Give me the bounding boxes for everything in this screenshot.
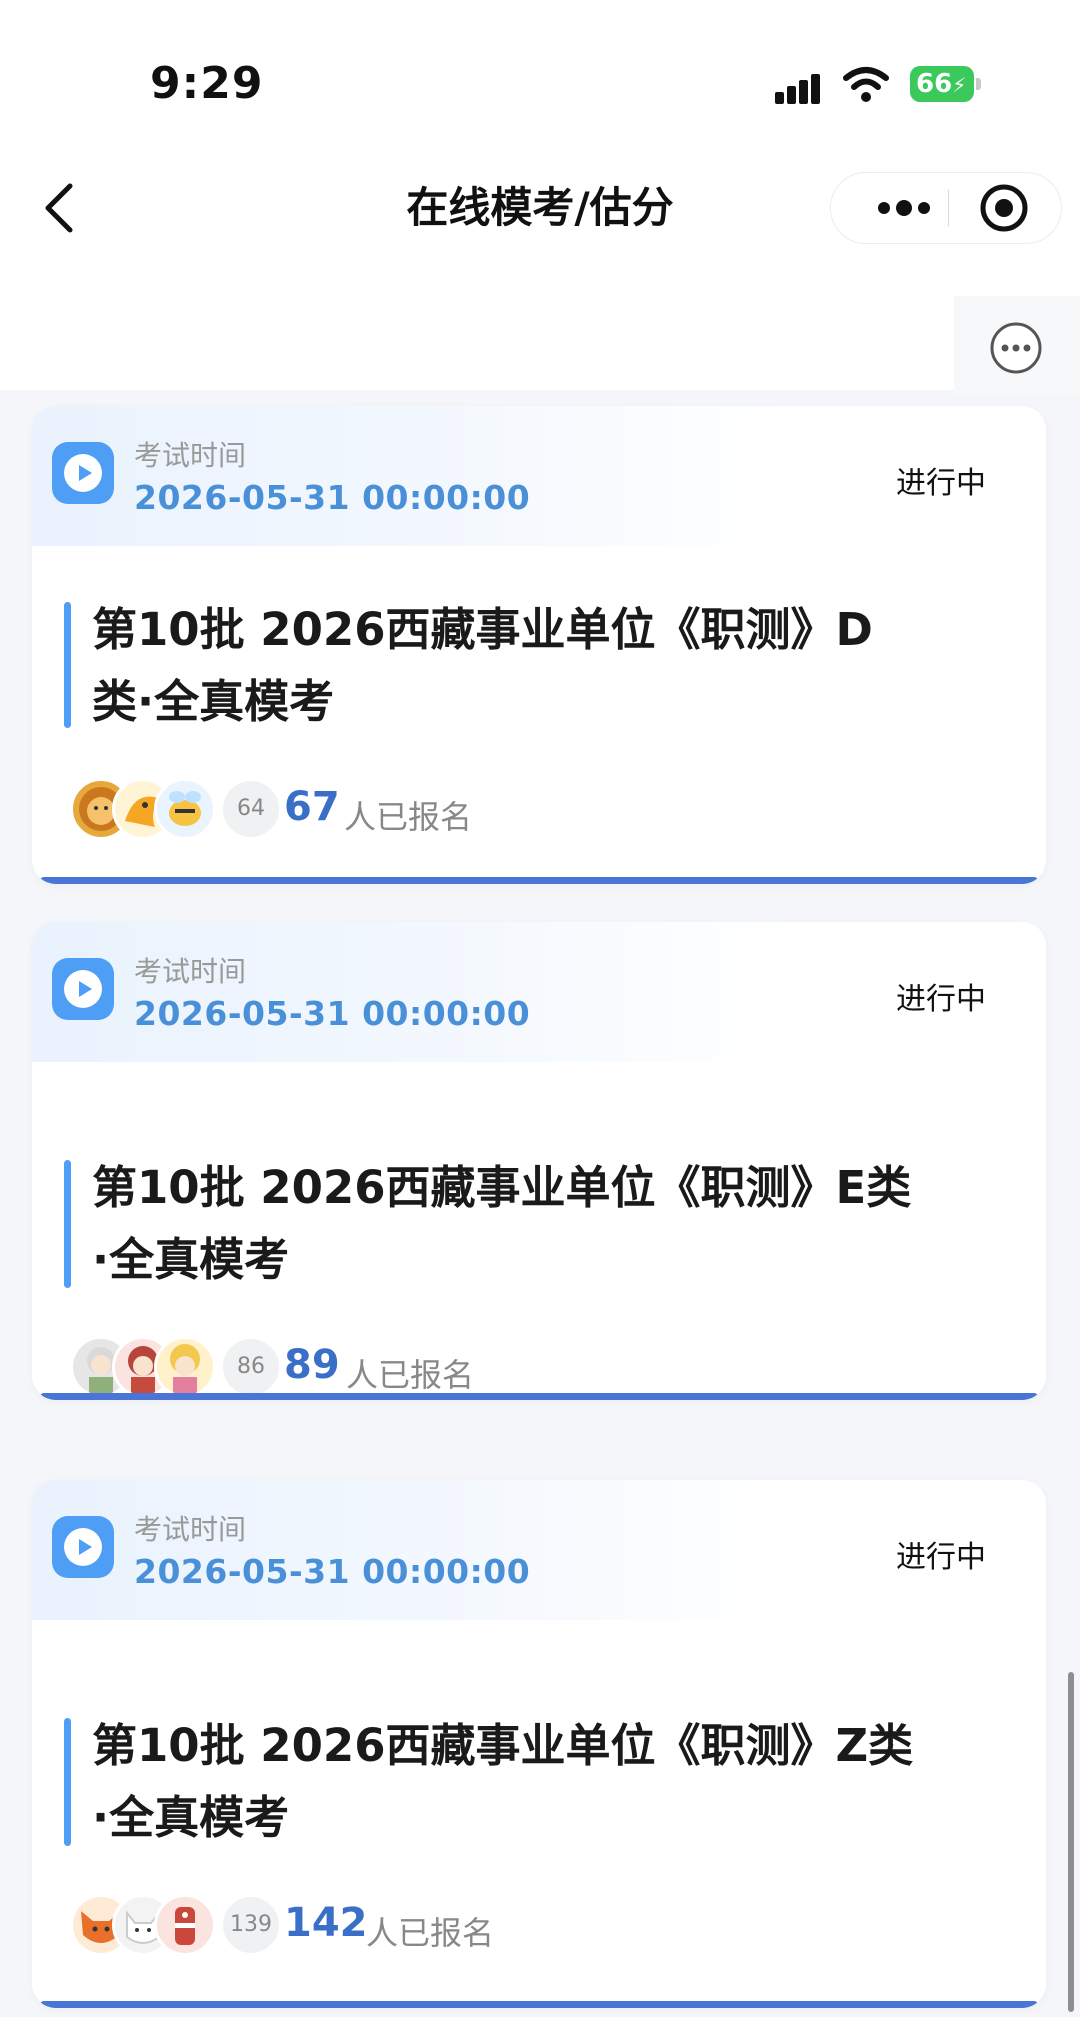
- title-accent-bar: [64, 602, 71, 728]
- signup-count: 67: [284, 784, 340, 830]
- battery-nub: [976, 78, 981, 90]
- exam-card[interactable]: 考试时间 2026-05-31 00:00:00 进行中 第10批 2026西藏…: [32, 922, 1046, 1400]
- exam-time-label: 考试时间: [134, 439, 247, 472]
- exam-time-label: 考试时间: [134, 1513, 247, 1546]
- exam-title-line-1: 第10批 2026西藏事业单位《职测》D: [92, 603, 873, 656]
- exam-card[interactable]: 考试时间 2026-05-31 00:00:00 进行中 第10批 2026西藏…: [32, 1480, 1046, 2008]
- avatar-group: 64: [70, 778, 282, 844]
- avatar-group: 86: [70, 1336, 282, 1400]
- signal-icon: [775, 70, 829, 104]
- exam-time-label: 考试时间: [134, 955, 247, 988]
- play-icon: [52, 1516, 114, 1578]
- avatar-group: 139: [70, 1894, 282, 1960]
- close-target-icon[interactable]: [962, 172, 1062, 244]
- status-badge: 进行中: [896, 466, 986, 501]
- exam-title-line-2: 类·全真模考: [92, 675, 335, 728]
- exam-time-value: 2026-05-31 00:00:00: [134, 478, 531, 517]
- floating-more-button[interactable]: [954, 296, 1080, 396]
- exam-time-value: 2026-05-31 00:00:00: [134, 1552, 531, 1591]
- status-badge: 进行中: [896, 1540, 986, 1575]
- signup-count: 89: [284, 1342, 340, 1388]
- exam-title-line-1: 第10批 2026西藏事业单位《职测》E类: [92, 1161, 912, 1214]
- capsule-divider: [948, 190, 949, 226]
- signup-suffix: 人已报名: [344, 798, 473, 836]
- signup-suffix: 人已报名: [366, 1914, 495, 1952]
- scrollbar[interactable]: [1068, 1672, 1074, 2012]
- battery-level: 66: [916, 69, 953, 99]
- avatar: [154, 1336, 216, 1398]
- ellipsis-circle-icon: [990, 322, 1042, 374]
- play-icon: [52, 958, 114, 1020]
- more-avatars-count: 64: [220, 778, 282, 840]
- more-avatars-count: 86: [220, 1336, 282, 1398]
- title-accent-bar: [64, 1160, 71, 1288]
- signup-count: 142: [284, 1900, 368, 1946]
- card-bottom-accent: [40, 877, 1038, 884]
- status-badge: 进行中: [896, 982, 986, 1017]
- avatar: [154, 778, 216, 840]
- card-header: 考试时间 2026-05-31 00:00:00 进行中: [32, 922, 1046, 1062]
- exam-title-line-1: 第10批 2026西藏事业单位《职测》Z类: [92, 1719, 914, 1772]
- exam-title-line-2: ·全真模考: [92, 1233, 290, 1286]
- avatar: [154, 1894, 216, 1956]
- header-area: 9:29 66⚡ 在线模考/估分: [0, 0, 1080, 396]
- exam-time-value: 2026-05-31 00:00:00: [134, 994, 531, 1033]
- wifi-icon: [843, 67, 889, 102]
- card-bottom-accent: [40, 1393, 1038, 1400]
- card-header: 考试时间 2026-05-31 00:00:00 进行中: [32, 1480, 1046, 1620]
- status-time: 9:29: [150, 58, 264, 109]
- exam-card[interactable]: 考试时间 2026-05-31 00:00:00 进行中 第10批 2026西藏…: [32, 406, 1046, 884]
- exam-title-line-2: ·全真模考: [92, 1791, 290, 1844]
- title-accent-bar: [64, 1718, 71, 1846]
- battery-icon: 66⚡: [910, 66, 974, 102]
- card-header: 考试时间 2026-05-31 00:00:00 进行中: [32, 406, 1046, 546]
- more-avatars-count: 139: [220, 1894, 282, 1956]
- play-icon: [52, 442, 114, 504]
- signup-suffix: 人已报名: [346, 1356, 475, 1394]
- card-bottom-accent: [40, 2001, 1038, 2008]
